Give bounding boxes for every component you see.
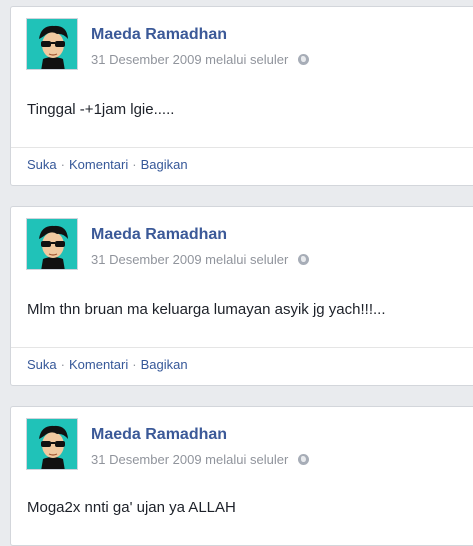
post-card-3: Maeda Ramadhan 31 Desember 2009 melalui …	[10, 406, 473, 546]
comment-link[interactable]: Komentari	[69, 157, 128, 172]
post-text: Mlm thn bruan ma keluarga lumayan asyik …	[27, 301, 386, 318]
separator: ·	[60, 357, 65, 372]
post-header: Maeda Ramadhan 31 Desember 2009 melalui …	[11, 207, 473, 270]
share-link[interactable]: Bagikan	[141, 357, 188, 372]
author-name[interactable]: Maeda Ramadhan	[91, 426, 227, 444]
like-link[interactable]: Suka	[27, 357, 57, 372]
post-meta: 31 Desember 2009 melalui seluler	[91, 452, 309, 467]
post-card-1: Maeda Ramadhan 31 Desember 2009 melalui …	[10, 6, 473, 186]
separator: ·	[60, 157, 65, 172]
post-card-2: Maeda Ramadhan 31 Desember 2009 melalui …	[10, 206, 473, 386]
post-text: Tinggal -+1jam lgie.....	[27, 101, 175, 118]
post-header: Maeda Ramadhan 31 Desember 2009 melalui …	[11, 407, 473, 470]
avatar[interactable]	[26, 18, 78, 70]
author-name[interactable]: Maeda Ramadhan	[91, 26, 227, 44]
comment-link[interactable]: Komentari	[69, 357, 128, 372]
post-meta: 31 Desember 2009 melalui seluler	[91, 52, 309, 67]
globe-icon	[297, 54, 309, 65]
post-timestamp[interactable]: 31 Desember 2009 melalui seluler	[91, 252, 288, 267]
share-link[interactable]: Bagikan	[141, 157, 188, 172]
separator: ·	[132, 157, 137, 172]
post-header: Maeda Ramadhan 31 Desember 2009 melalui …	[11, 7, 473, 70]
divider	[11, 347, 473, 348]
avatar[interactable]	[26, 218, 78, 270]
post-text: Moga2x nnti ga' ujan ya ALLAH	[27, 499, 236, 516]
globe-icon	[297, 454, 309, 465]
post-timestamp[interactable]: 31 Desember 2009 melalui seluler	[91, 52, 288, 67]
separator: ·	[132, 357, 137, 372]
globe-icon	[297, 254, 309, 265]
divider	[11, 147, 473, 148]
post-timestamp[interactable]: 31 Desember 2009 melalui seluler	[91, 452, 288, 467]
author-name[interactable]: Maeda Ramadhan	[91, 226, 227, 244]
post-meta: 31 Desember 2009 melalui seluler	[91, 252, 309, 267]
post-actions: Suka · Komentari · Bagikan	[27, 357, 188, 372]
post-actions: Suka · Komentari · Bagikan	[27, 157, 188, 172]
like-link[interactable]: Suka	[27, 157, 57, 172]
avatar[interactable]	[26, 418, 78, 470]
